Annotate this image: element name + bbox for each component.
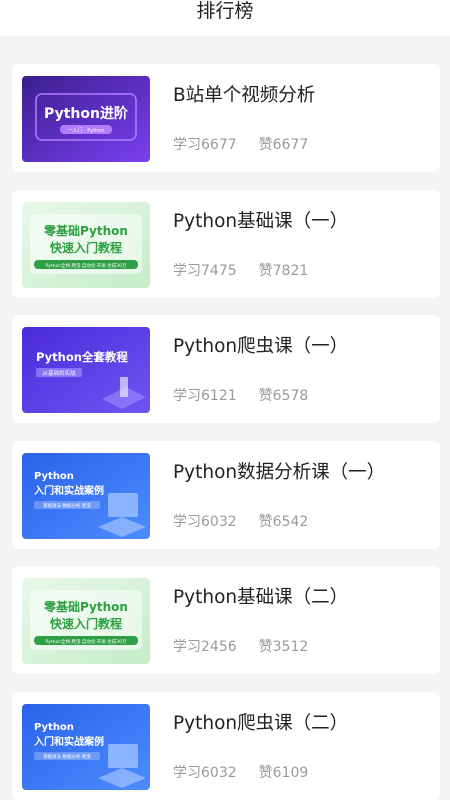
- course-card[interactable]: Python进阶一入门 · Python B站单个视频分析学习6677 赞6677: [12, 64, 440, 172]
- course-card[interactable]: 零基础Python 快速入门教程 Python全栈·爬虫·自动化·开发·达成30万 P…: [12, 566, 440, 674]
- course-stats: 学习6121 赞6578: [173, 387, 308, 405]
- svg-text:Python全栈·爬虫·自动化·开发·达成30万: Python全栈·爬虫·自动化·开发·达成30万: [45, 262, 127, 269]
- svg-text:基础语法·数据分析·爬虫: 基础语法·数据分析·爬虫: [43, 502, 91, 509]
- svg-text:Python全栈·爬虫·自动化·开发·达成30万: Python全栈·爬虫·自动化·开发·达成30万: [45, 638, 127, 645]
- course-stats: 学习7475 赞7821: [173, 262, 308, 280]
- svg-text:Python进阶: Python进阶: [44, 105, 129, 122]
- course-title[interactable]: Python爬虫课（二）: [173, 712, 348, 736]
- course-title[interactable]: Python数据分析课（一）: [173, 461, 385, 485]
- course-thumbnail[interactable]: Python进阶一入门 · Python: [22, 76, 150, 162]
- page-title: 排行榜: [196, 0, 254, 22]
- svg-text:基础语法·数据分析·爬虫: 基础语法·数据分析·爬虫: [43, 753, 91, 760]
- course-title[interactable]: Python基础课（二）: [173, 586, 348, 610]
- like-count: 赞6578: [258, 388, 309, 404]
- course-card[interactable]: Python 入门和实战案例基础语法·数据分析·爬虫 Python数据分析课（一） 学…: [12, 441, 440, 549]
- like-count: 赞7821: [258, 263, 309, 279]
- course-thumbnail[interactable]: Python 入门和实战案例基础语法·数据分析·爬虫: [22, 704, 150, 790]
- course-title[interactable]: Python基础课（一）: [173, 210, 348, 234]
- like-count: 赞6677: [258, 137, 309, 153]
- svg-text:零基础Python: 零基础Python: [43, 223, 128, 238]
- course-stats: 学习6032 赞6109: [173, 764, 308, 782]
- like-count: 赞6109: [258, 765, 309, 781]
- study-count: 学习6032: [173, 514, 237, 530]
- svg-text:零基础Python: 零基础Python: [43, 599, 128, 614]
- course-thumbnail[interactable]: 零基础Python 快速入门教程 Python全栈·爬虫·自动化·开发·达成30万: [22, 578, 150, 664]
- svg-text:Python全套教程: Python全套教程: [36, 350, 128, 364]
- course-card[interactable]: Python 入门和实战案例基础语法·数据分析·爬虫 Python爬虫课（二） 学习6…: [12, 692, 440, 800]
- like-count: 赞6542: [258, 514, 309, 530]
- svg-text:快速入门教程: 快速入门教程: [50, 616, 122, 631]
- svg-text:一入门 · Python: 一入门 · Python: [67, 127, 104, 134]
- svg-text:入门和实战案例: 入门和实战案例: [34, 484, 104, 497]
- study-count: 学习6677: [173, 137, 237, 153]
- course-thumbnail[interactable]: Python全套教程从基础到实战: [22, 327, 150, 413]
- svg-text:从基础到实战: 从基础到实战: [42, 369, 76, 377]
- course-card[interactable]: 零基础Python 快速入门教程 Python全栈·爬虫·自动化·开发·达成30万 P…: [12, 190, 440, 298]
- course-thumbnail[interactable]: 零基础Python 快速入门教程 Python全栈·爬虫·自动化·开发·达成30万: [22, 202, 150, 288]
- svg-text:Python: Python: [34, 471, 74, 482]
- like-count: 赞3512: [258, 639, 309, 655]
- svg-text:Python: Python: [34, 722, 74, 733]
- course-title[interactable]: B站单个视频分析: [173, 84, 315, 108]
- course-thumbnail[interactable]: Python 入门和实战案例基础语法·数据分析·爬虫: [22, 453, 150, 539]
- course-card[interactable]: Python全套教程从基础到实战 Python爬虫课（一） 学习6121 赞6578: [12, 315, 440, 423]
- svg-text:入门和实战案例: 入门和实战案例: [34, 735, 104, 748]
- course-stats: 学习6032 赞6542: [173, 513, 308, 531]
- course-stats: 学习6677 赞6677: [173, 136, 308, 154]
- course-stats: 学习2456 赞3512: [173, 638, 308, 656]
- study-count: 学习6032: [173, 765, 237, 781]
- study-count: 学习7475: [173, 263, 237, 279]
- course-title[interactable]: Python爬虫课（一）: [173, 335, 348, 359]
- study-count: 学习2456: [173, 639, 237, 655]
- top-bar: 排行榜: [0, 0, 450, 36]
- svg-text:快速入门教程: 快速入门教程: [50, 240, 122, 255]
- study-count: 学习6121: [173, 388, 237, 404]
